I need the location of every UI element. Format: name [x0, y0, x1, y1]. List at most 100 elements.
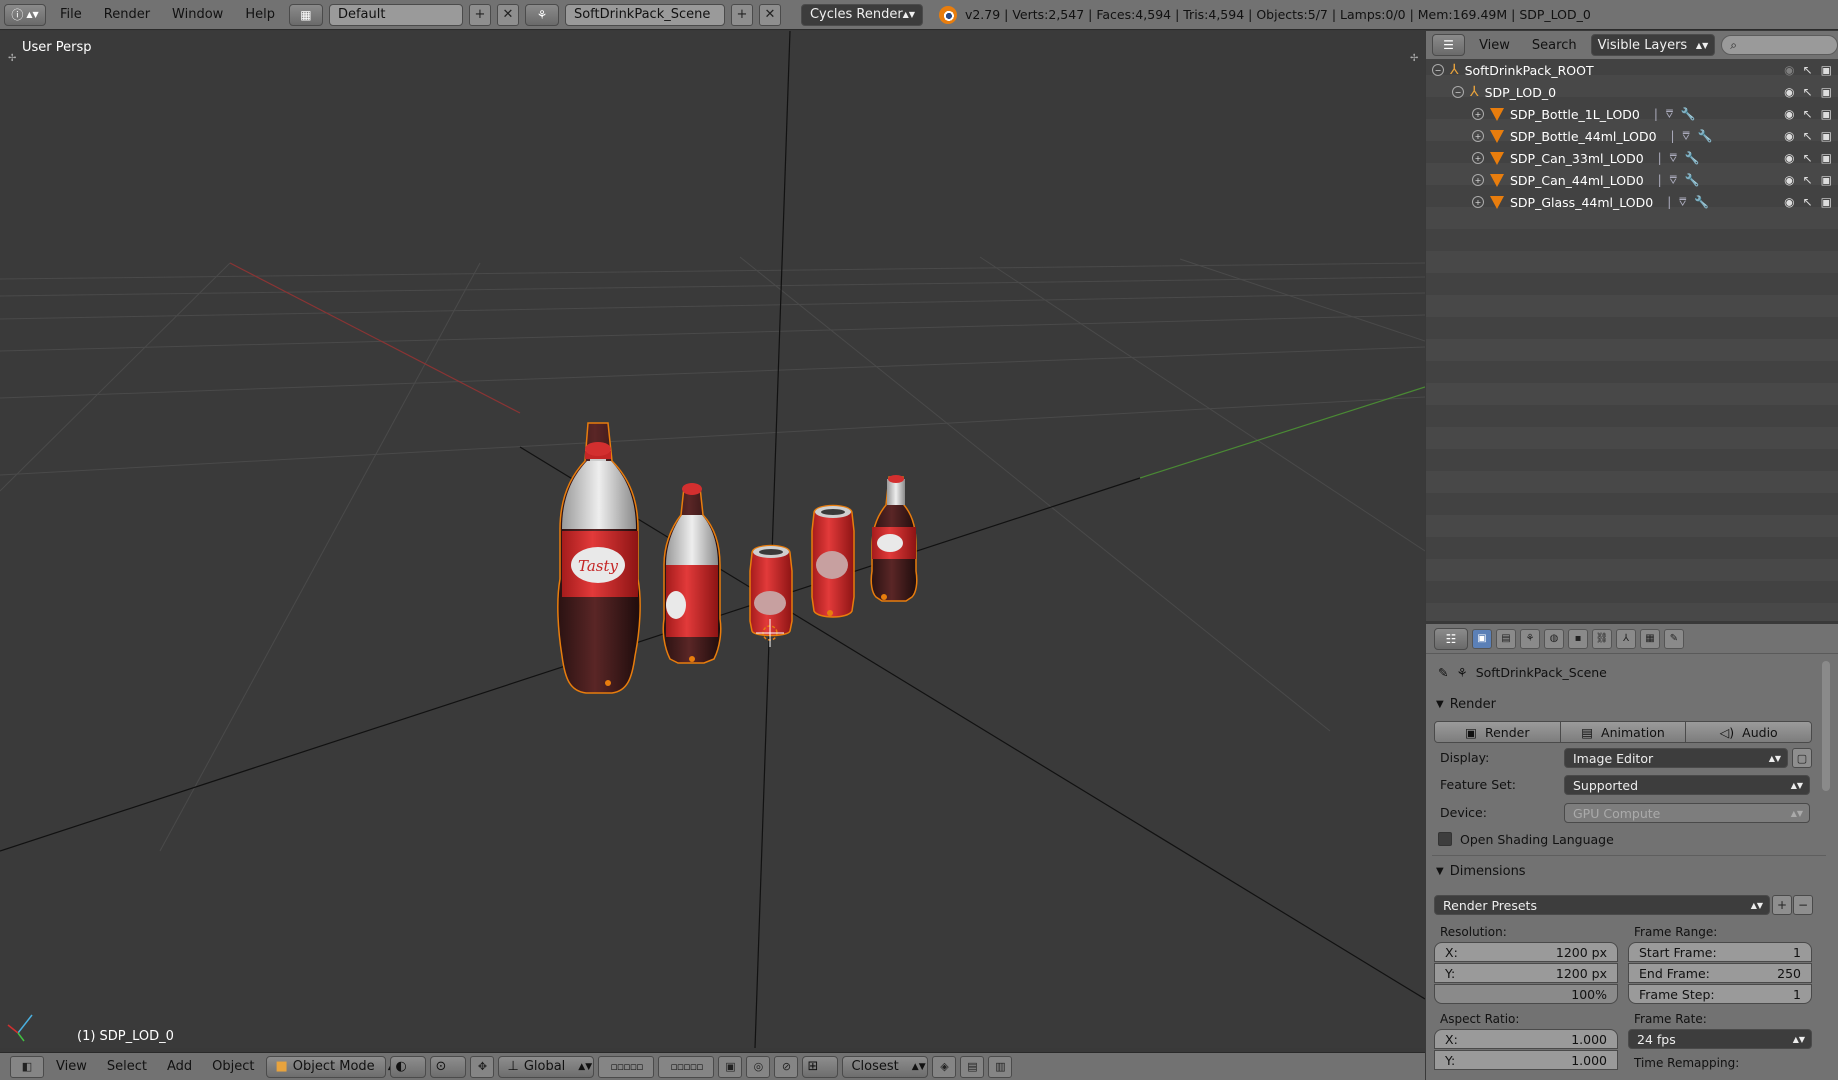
expand-toggle[interactable]: +: [1472, 108, 1484, 120]
render-button[interactable]: ▣ Render: [1435, 722, 1561, 742]
eye-icon[interactable]: ◉: [1784, 195, 1794, 209]
manipulator-toggle[interactable]: ✥: [470, 1055, 495, 1078]
menu-file[interactable]: File: [52, 7, 90, 22]
tree-item-root[interactable]: − ⅄ SoftDrinkPack_ROOT ◉ ↖ ▣: [1426, 59, 1838, 81]
can-44ml[interactable]: [811, 504, 855, 618]
camera-icon[interactable]: ▣: [1821, 63, 1832, 77]
lock-camera-icon[interactable]: ▣: [718, 1055, 743, 1078]
scene-name-field[interactable]: SoftDrinkPack_Scene: [564, 3, 725, 26]
snap-element-dropdown[interactable]: ⊞: [802, 1055, 839, 1078]
split-corner-icon[interactable]: ✢: [1410, 53, 1418, 64]
viewport-scene[interactable]: Tasty ✢ ✢: [0, 31, 1425, 1048]
frame-rate-dropdown[interactable]: 24 fps ▲▼: [1628, 1029, 1812, 1049]
pivot-point-dropdown[interactable]: ⊙: [430, 1055, 467, 1078]
scene-selector-button[interactable]: ⚘: [524, 3, 559, 26]
layers-grid-b[interactable]: ▫▫▫▫▫: [658, 1055, 715, 1078]
eye-icon[interactable]: ◉: [1784, 63, 1794, 77]
start-frame-field[interactable]: Start Frame: 1: [1628, 942, 1812, 962]
transform-orientation-dropdown[interactable]: ⊥ Global ▲▼: [498, 1055, 595, 1078]
expand-toggle[interactable]: +: [1472, 152, 1484, 164]
outliner-filter-dropdown[interactable]: Visible Layers ▲▼: [1590, 34, 1716, 56]
camera-icon[interactable]: ▣: [1821, 151, 1832, 165]
editor-type-button[interactable]: ☰: [1432, 34, 1466, 56]
cursor-icon[interactable]: ↖: [1803, 151, 1813, 165]
device-dropdown[interactable]: GPU Compute ▲▼: [1564, 803, 1810, 823]
display-dropdown[interactable]: Image Editor ▲▼: [1564, 748, 1788, 768]
outliner-search-input[interactable]: ⌕: [1721, 35, 1838, 55]
outliner[interactable]: ☰ View Search Visible Layers ▲▼ ⌕ − ⅄ So…: [1426, 31, 1838, 621]
outliner-menu-search[interactable]: Search: [1524, 38, 1585, 53]
cursor-icon[interactable]: ↖: [1803, 63, 1813, 77]
properties-scrollbar[interactable]: [1822, 661, 1830, 791]
remove-preset-button[interactable]: −: [1793, 895, 1813, 915]
animation-button[interactable]: ▤ Animation: [1560, 722, 1687, 742]
can-33ml[interactable]: [749, 544, 793, 648]
mesh-data-modifier-icons[interactable]: | ⩢ 🔧: [1671, 129, 1715, 144]
mesh-data-modifier-icons[interactable]: | ⩢ 🔧: [1658, 173, 1702, 188]
eye-icon[interactable]: ◉: [1784, 85, 1794, 99]
menu-render[interactable]: Render: [96, 7, 158, 22]
menu-add[interactable]: Add: [159, 1059, 200, 1074]
camera-icon[interactable]: ▣: [1821, 85, 1832, 99]
frame-step-field[interactable]: Frame Step: 1: [1628, 984, 1812, 1004]
aspect-y-field[interactable]: Y: 1.000: [1434, 1050, 1618, 1070]
render-still-icon[interactable]: ▤: [960, 1055, 985, 1078]
render-opengl-icon[interactable]: ◈: [932, 1055, 957, 1078]
tree-item-bottle-1l[interactable]: + SDP_Bottle_1L_LOD0 | ⩢ 🔧 ◉ ↖ ▣: [1426, 103, 1838, 125]
menu-select[interactable]: Select: [99, 1059, 155, 1074]
glass-bottle-44ml[interactable]: [870, 475, 918, 602]
remove-layout-button[interactable]: ✕: [496, 3, 519, 26]
texture-tab-icon[interactable]: ▦: [1640, 628, 1660, 649]
tree-item-glass-44ml[interactable]: + SDP_Glass_44ml_LOD0 | ⩢ 🔧 ◉ ↖ ▣: [1426, 191, 1838, 213]
tree-item-can-33ml[interactable]: + SDP_Can_33ml_LOD0 | ⩢ 🔧 ◉ ↖ ▣: [1426, 147, 1838, 169]
editor-type-button[interactable]: ◧: [10, 1055, 44, 1078]
tree-item-can-44ml[interactable]: + SDP_Can_44ml_LOD0 | ⩢ 🔧 ◉ ↖ ▣: [1426, 169, 1838, 191]
snap-target-dropdown[interactable]: Closest ▲▼: [842, 1055, 929, 1078]
constraints-tab-icon[interactable]: ⛓: [1592, 628, 1612, 649]
end-frame-field[interactable]: End Frame: 250: [1628, 963, 1812, 983]
camera-icon[interactable]: ▣: [1821, 129, 1832, 143]
modifiers-tab-icon[interactable]: ⅄: [1616, 628, 1636, 649]
display-window-icon[interactable]: ▢: [1792, 748, 1812, 768]
layout-selector-button[interactable]: ▦: [288, 3, 323, 26]
audio-button[interactable]: ◁) Audio: [1686, 722, 1811, 742]
menu-help[interactable]: Help: [237, 7, 283, 22]
resolution-y-field[interactable]: Y: 1200 px: [1434, 963, 1618, 983]
menu-window[interactable]: Window: [164, 7, 231, 22]
mesh-data-modifier-icons[interactable]: | ⩢ 🔧: [1667, 195, 1711, 210]
interaction-mode-dropdown[interactable]: ■ Object Mode ▲▼: [266, 1055, 402, 1078]
object-tab-icon[interactable]: ▪: [1568, 628, 1588, 649]
editor-type-button[interactable]: ⓘ ▲▼: [4, 3, 46, 26]
render-presets-dropdown[interactable]: Render Presets ▲▼: [1434, 895, 1770, 915]
add-preset-button[interactable]: +: [1772, 895, 1792, 915]
aspect-x-field[interactable]: X: 1.000: [1434, 1029, 1618, 1049]
add-scene-button[interactable]: +: [730, 3, 753, 26]
camera-icon[interactable]: ▣: [1821, 107, 1832, 121]
3d-viewport[interactable]: Tasty ✢ ✢ User Persp (1) SDP_LOD_0: [0, 31, 1425, 1048]
cursor-icon[interactable]: ↖: [1803, 173, 1813, 187]
cursor-icon[interactable]: ↖: [1803, 195, 1813, 209]
eye-icon[interactable]: ◉: [1784, 129, 1794, 143]
menu-view[interactable]: View: [48, 1059, 95, 1074]
physics-tab-icon[interactable]: ✎: [1664, 628, 1684, 649]
dimensions-panel-header[interactable]: ▼ Dimensions: [1436, 864, 1526, 879]
proportional-edit-icon[interactable]: ◎: [746, 1055, 771, 1078]
expand-toggle[interactable]: −: [1452, 86, 1464, 98]
tree-item-lod0[interactable]: − ⅄ SDP_LOD_0 ◉ ↖ ▣: [1426, 81, 1838, 103]
cursor-icon[interactable]: ↖: [1803, 129, 1813, 143]
layers-grid-a[interactable]: ▫▫▫▫▫: [598, 1055, 655, 1078]
menu-object[interactable]: Object: [204, 1059, 262, 1074]
render-panel-header[interactable]: ▼ Render: [1436, 697, 1496, 712]
mesh-data-modifier-icons[interactable]: | ⩢ 🔧: [1658, 151, 1702, 166]
properties-editor[interactable]: ☷ ▣ ▤ ⚘ ◍ ▪ ⛓ ⅄ ▦ ✎ ✎ ⚘ SoftDrinkPack_Sc…: [1426, 624, 1838, 1080]
mesh-data-modifier-icons[interactable]: | ⩢ 🔧: [1654, 107, 1698, 122]
expand-toggle[interactable]: +: [1472, 174, 1484, 186]
render-engine-dropdown[interactable]: Cycles Render ▲▼: [800, 3, 923, 26]
pin-icon[interactable]: ✎: [1438, 665, 1448, 680]
bottle-44ml[interactable]: [662, 483, 722, 664]
camera-icon[interactable]: ▣: [1821, 173, 1832, 187]
eye-icon[interactable]: ◉: [1784, 107, 1794, 121]
viewport-shading-dropdown[interactable]: ◐: [390, 1055, 427, 1078]
render-layers-tab-icon[interactable]: ▤: [1496, 628, 1516, 649]
expand-toggle[interactable]: +: [1472, 130, 1484, 142]
